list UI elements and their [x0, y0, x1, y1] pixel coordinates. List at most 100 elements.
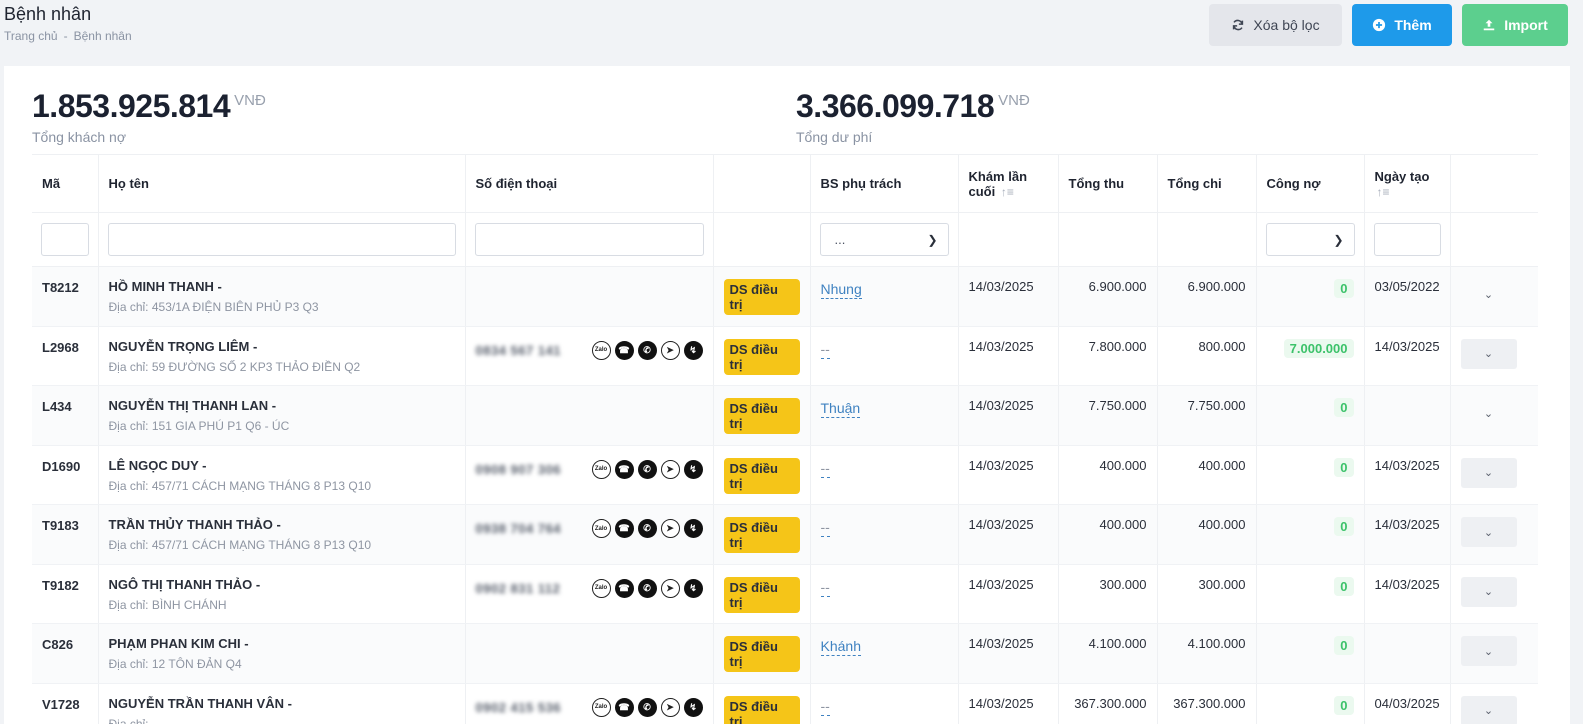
status-badge[interactable]: DS điều trị	[723, 576, 800, 613]
patient-code[interactable]: L2968	[32, 326, 99, 386]
zalo-icon[interactable]: Zalo	[591, 340, 611, 360]
messenger-icon[interactable]: ↯	[683, 578, 703, 598]
expand-row-button[interactable]: ⌄	[1460, 695, 1517, 724]
patient-code[interactable]: V1728	[32, 683, 99, 724]
expand-row-button[interactable]: ⌄	[1460, 457, 1517, 488]
messenger-icon[interactable]: ↯	[683, 340, 703, 360]
patient-name[interactable]: TRẦN THỦY THANH THẢO -	[109, 517, 455, 532]
table-row[interactable]: L434 NGUYỄN THỊ THANH LAN - Địa chỉ: 151 G…	[32, 385, 1538, 446]
patient-name[interactable]: NGUYỄN TRẦN THANH VÂN -	[109, 696, 455, 711]
patient-code[interactable]: T9182	[32, 564, 99, 624]
patient-name[interactable]: PHẠM PHAN KIM CHI -	[109, 636, 455, 651]
status-badge[interactable]: DS điều trị	[723, 338, 800, 375]
clear-filter-button[interactable]: Xóa bộ lọc	[1209, 4, 1342, 46]
table-row[interactable]: V1728 NGUYỄN TRẦN THANH VÂN - Địa chỉ: ...…	[32, 683, 1538, 724]
patient-code[interactable]: T8212	[32, 266, 99, 327]
filter-created-input[interactable]	[1373, 223, 1441, 256]
status-badge[interactable]: DS điều trị	[723, 636, 800, 672]
filter-name-input[interactable]	[107, 223, 456, 256]
sort-icon[interactable]: ↑≡	[1377, 185, 1390, 199]
doctor-link[interactable]: Nhung	[820, 281, 862, 299]
actions-cell: ⌄	[1450, 445, 1538, 505]
doctor-cell: --	[810, 326, 959, 386]
filter-doctor-select[interactable]: ... ❯	[819, 223, 949, 256]
patient-name[interactable]: HỒ MINH THANH -	[109, 279, 455, 294]
whatsapp-icon[interactable]: ✆	[637, 578, 657, 598]
import-button[interactable]: Import	[1462, 4, 1568, 46]
telegram-icon[interactable]: ➤	[660, 578, 680, 598]
table-row[interactable]: C826 PHẠM PHAN KIM CHI - Địa chỉ: 12 TÔN Đ…	[32, 623, 1538, 684]
table-row[interactable]: T8212 HỒ MINH THANH - Địa chỉ: 453/1A ĐIỆN…	[32, 266, 1538, 327]
patient-code[interactable]: T9183	[32, 504, 99, 565]
table-row[interactable]: D1690 LÊ NGỌC DUY - Địa chỉ: 457/71 CÁCH M…	[32, 445, 1538, 505]
messenger-icon[interactable]: ↯	[683, 519, 703, 538]
breadcrumb-home[interactable]: Trang chủ	[4, 29, 58, 43]
zalo-icon[interactable]: Zalo	[591, 459, 611, 479]
zalo-icon[interactable]: Zalo	[591, 697, 611, 717]
table-row[interactable]: T9182 NGÔ THỊ THANH THẢO - Địa chỉ: BÌNH C…	[32, 564, 1538, 624]
expand-row-button[interactable]: ⌄	[1460, 576, 1517, 607]
whatsapp-icon[interactable]: ✆	[637, 697, 657, 717]
patient-name[interactable]: NGUYỄN THỊ THANH LAN -	[109, 398, 455, 413]
whatsapp-icon[interactable]: ✆	[637, 519, 657, 538]
patient-name[interactable]: NGÔ THỊ THANH THẢO -	[109, 577, 455, 592]
doctor-link[interactable]: --	[820, 698, 830, 716]
add-button[interactable]: Thêm	[1352, 4, 1452, 46]
stat-value: 1.853.925.814	[32, 88, 231, 124]
viber-icon[interactable]: ☎	[614, 697, 634, 717]
table-row[interactable]: L2968 NGUYỄN TRỌNG LIÊM - Địa chỉ: 59 ĐƯỜN…	[32, 326, 1538, 386]
patient-code[interactable]: D1690	[32, 445, 99, 505]
zalo-icon[interactable]: Zalo	[591, 578, 611, 598]
upload-icon	[1482, 18, 1496, 32]
patient-phone: 0902 831 112	[475, 580, 561, 596]
status-badge[interactable]: DS điều trị	[723, 457, 800, 494]
col-created-label: Ngày tạo	[1374, 168, 1430, 184]
page-title: Bệnh nhân	[4, 4, 92, 24]
patient-code[interactable]: C826	[32, 623, 99, 684]
status-badge[interactable]: DS điều trị	[723, 517, 800, 553]
status-badge[interactable]: DS điều trị	[723, 695, 800, 724]
viber-icon[interactable]: ☎	[614, 519, 634, 538]
telegram-icon[interactable]: ➤	[660, 519, 680, 538]
patient-name[interactable]: NGUYỄN TRỌNG LIÊM -	[109, 339, 455, 354]
patient-code[interactable]: L434	[32, 385, 99, 446]
patient-phone-cell: 0902 415 536 Zalo ☎ ✆ ➤ ↯	[465, 683, 714, 724]
telegram-icon[interactable]: ➤	[660, 697, 680, 717]
messenger-icon[interactable]: ↯	[683, 697, 703, 717]
expand-row-button[interactable]: ⌄	[1460, 517, 1517, 547]
expand-row-button[interactable]: ⌄	[1461, 279, 1517, 309]
col-last-visit[interactable]: Khám lần cuối ↑≡	[958, 154, 1059, 213]
telegram-icon[interactable]: ➤	[660, 459, 680, 479]
filter-code-input[interactable]	[41, 223, 89, 256]
doctor-link[interactable]: Khánh	[820, 638, 861, 656]
viber-icon[interactable]: ☎	[614, 459, 634, 479]
status-badge[interactable]: DS điều trị	[723, 398, 800, 434]
doctor-link[interactable]: Thuận	[820, 400, 861, 418]
doctor-link[interactable]: --	[820, 519, 830, 537]
doctor-link[interactable]: --	[820, 341, 830, 359]
col-created[interactable]: Ngày tạo ↑≡	[1364, 154, 1451, 213]
status-badge[interactable]: DS điều trị	[723, 279, 800, 315]
debt-cell: 0	[1256, 683, 1365, 724]
filter-debt-select[interactable]: ❯	[1265, 223, 1355, 256]
sort-icon[interactable]: ↑≡	[1001, 185, 1014, 199]
telegram-icon[interactable]: ➤	[660, 340, 680, 360]
stat-total-debt: 1.853.925.814 VNĐ Tổng khách nợ	[32, 88, 266, 145]
doctor-link[interactable]: --	[820, 579, 830, 597]
doctor-link[interactable]: --	[820, 460, 830, 478]
expand-row-button[interactable]: ⌄	[1461, 398, 1517, 428]
zalo-icon[interactable]: Zalo	[591, 519, 611, 538]
expand-row-button[interactable]: ⌄	[1460, 636, 1517, 666]
actions-cell: ⌄	[1450, 326, 1538, 386]
patient-address: Địa chỉ: 59 ĐƯỜNG SỐ 2 KP3 THẢO ĐIỀN Q2	[108, 359, 361, 374]
table-row[interactable]: T9183 TRẦN THỦY THANH THẢO - Địa chỉ: 457/…	[32, 504, 1538, 565]
viber-icon[interactable]: ☎	[614, 578, 634, 598]
viber-icon[interactable]: ☎	[614, 340, 634, 360]
expand-row-button[interactable]: ⌄	[1460, 338, 1517, 369]
col-code: Mã	[32, 154, 99, 213]
whatsapp-icon[interactable]: ✆	[637, 459, 657, 479]
messenger-icon[interactable]: ↯	[683, 459, 703, 479]
filter-phone-input[interactable]	[474, 223, 704, 256]
patient-name[interactable]: LÊ NGỌC DUY -	[109, 458, 455, 473]
whatsapp-icon[interactable]: ✆	[637, 340, 657, 360]
